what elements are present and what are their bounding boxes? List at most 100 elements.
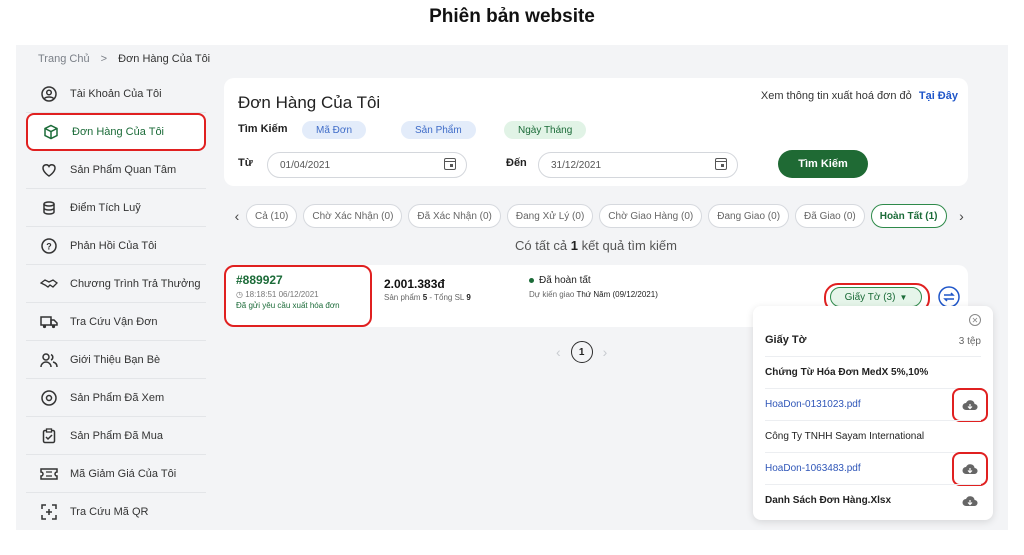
sidebar-item-referral[interactable]: Giới Thiệu Bạn Bè <box>26 341 206 379</box>
invoice-note-text: Xem thông tin xuất hoá đơn đỏ <box>760 90 912 102</box>
sidebar-item-orders[interactable]: Đơn Hàng Của Tôi <box>26 113 206 151</box>
invoice-request-status: Đã gửi yêu cầu xuất hóa đơn <box>236 301 340 310</box>
order-eta: Dự kiến giao Thứ Năm (09/12/2021) <box>529 290 658 299</box>
box-icon <box>42 123 60 141</box>
order-status: Đã hoàn tất <box>529 275 591 286</box>
close-icon[interactable]: ✕ <box>969 314 981 326</box>
sidebar-item-wishlist[interactable]: Sản Phẩm Quan Tâm <box>26 151 206 189</box>
from-label: Từ <box>238 157 253 169</box>
tab-completed[interactable]: Hoàn Tất (1) <box>870 204 947 228</box>
user-circle-icon <box>40 85 58 103</box>
order-id-box[interactable]: #889927 ◷ 18:18:51 06/12/2021 Đã gửi yêu… <box>224 265 372 327</box>
sidebar-item-points[interactable]: Điểm Tích Luỹ <box>26 189 206 227</box>
qr-scan-icon <box>40 503 58 521</box>
tab-processing[interactable]: Đang Xử Lý (0) <box>506 204 594 228</box>
page-heading: Phiên bản website <box>429 6 595 27</box>
sidebar-item-label: Đơn Hàng Của Tôi <box>72 126 165 138</box>
pagination: ‹ 1 › <box>556 341 607 363</box>
docs-dropdown-button[interactable]: Giấy Tờ (3) ▼ <box>830 287 922 307</box>
invoice-link[interactable]: Tại Đây <box>919 90 958 102</box>
breadcrumb-current: Đơn Hàng Của Tôi <box>118 53 211 65</box>
qty-mid: - Tổng SL <box>429 293 465 302</box>
sidebar-item-rewards[interactable]: Chương Trình Trả Thưởng <box>26 265 206 303</box>
handshake-icon <box>40 275 58 293</box>
calendar-icon[interactable] <box>444 158 456 170</box>
sidebar-item-account[interactable]: Tài Khoản Của Tôi <box>26 75 206 113</box>
calendar-icon[interactable] <box>715 158 727 170</box>
invoice-note: Xem thông tin xuất hoá đơn đỏ Tại Đây <box>761 90 958 102</box>
result-count: 1 <box>570 238 578 253</box>
to-label: Đến <box>506 157 527 169</box>
next-page-icon[interactable]: › <box>603 344 608 360</box>
result-summary: Có tất cả 1 kết quả tìm kiếm <box>224 238 968 253</box>
sidebar-item-tracking[interactable]: Tra Cứu Vận Đơn <box>26 303 206 341</box>
sidebar-item-label: Giới Thiệu Bạn Bè <box>70 353 161 366</box>
doc-file-row[interactable]: HoaDon-0131023.pdf <box>765 388 988 422</box>
search-label: Tìm Kiếm <box>238 123 288 135</box>
popup-file-count: 3 tệp <box>958 336 981 347</box>
doc-group-label: Công Ty TNHH Sayam International <box>765 431 925 442</box>
page-number[interactable]: 1 <box>570 341 593 363</box>
doc-file-row[interactable]: Danh Sách Đơn Hàng.Xlsx <box>765 484 981 516</box>
sidebar-item-qr[interactable]: Tra Cứu Mã QR <box>26 493 206 531</box>
eye-icon <box>40 389 58 407</box>
orders-title: Đơn Hàng Của Tôi <box>238 93 381 112</box>
from-date-input[interactable]: 01/04/2021 <box>267 152 467 178</box>
sidebar-item-purchased[interactable]: Sản Phẩm Đã Mua <box>26 417 206 455</box>
order-status-tabs: ‹ Cả (10) Chờ Xác Nhận (0) Đã Xác Nhận (… <box>228 203 971 229</box>
from-date-value: 01/04/2021 <box>280 159 331 171</box>
tab-all[interactable]: Cả (10) <box>246 204 298 228</box>
cloud-download-icon[interactable] <box>952 452 988 486</box>
cloud-download-icon[interactable] <box>959 491 981 511</box>
heart-icon <box>40 161 58 179</box>
order-status-text: Đã hoàn tất <box>539 275 591 286</box>
sidebar-item-label: Phản Hồi Của Tôi <box>70 239 157 252</box>
sidebar-item-label: Chương Trình Trả Thưởng <box>70 277 201 290</box>
qty-total: 9 <box>466 293 471 302</box>
tabs-next-icon[interactable]: › <box>953 208 971 224</box>
order-search-card: Đơn Hàng Của Tôi Xem thông tin xuất hoá … <box>224 78 968 186</box>
order-time-value: 18:18:51 06/12/2021 <box>245 290 319 299</box>
tabs-prev-icon[interactable]: ‹ <box>228 208 246 224</box>
tab-confirmed[interactable]: Đã Xác Nhận (0) <box>408 204 501 228</box>
qty-prefix: Sản phẩm <box>384 293 421 302</box>
order-amount: 2.001.383đ <box>384 277 445 291</box>
doc-file-name[interactable]: Danh Sách Đơn Hàng.Xlsx <box>765 495 891 506</box>
sidebar-item-viewed[interactable]: Sản Phẩm Đã Xem <box>26 379 206 417</box>
result-prefix: Có tất cả <box>515 238 568 253</box>
coins-icon <box>40 199 58 217</box>
doc-file-row[interactable]: HoaDon-1063483.pdf <box>765 452 988 486</box>
question-icon: ? <box>40 237 58 255</box>
docs-button-label: Giấy Tờ (3) <box>844 291 896 303</box>
prev-page-icon[interactable]: ‹ <box>556 344 561 360</box>
tab-shipping[interactable]: Đang Giao (0) <box>708 204 790 228</box>
reorder-icon[interactable] <box>938 286 960 308</box>
sidebar-item-label: Sản Phẩm Đã Mua <box>70 429 163 442</box>
svg-text:?: ? <box>46 241 52 251</box>
filter-chip-date[interactable]: Ngày Tháng <box>504 121 587 139</box>
ticket-icon <box>40 465 58 483</box>
sidebar-item-vouchers[interactable]: Mã Giảm Giá Của Tôi <box>26 455 206 493</box>
status-dot <box>529 277 534 283</box>
cloud-download-icon[interactable] <box>952 388 988 422</box>
sidebar-item-label: Tài Khoản Của Tôi <box>70 87 162 100</box>
sidebar-item-label: Mã Giảm Giá Của Tôi <box>70 467 177 480</box>
filter-chip-product[interactable]: Sản Phẩm <box>401 121 476 139</box>
sidebar-item-feedback[interactable]: ? Phản Hồi Của Tôi <box>26 227 206 265</box>
to-date-input[interactable]: 31/12/2021 <box>538 152 738 178</box>
website-shell: Trang Chủ > Đơn Hàng Của Tôi Tài Khoản C… <box>16 45 1008 530</box>
breadcrumb-separator: > <box>100 53 108 65</box>
doc-group-header: Công Ty TNHH Sayam International <box>765 420 981 452</box>
doc-file-name[interactable]: HoaDon-1063483.pdf <box>765 463 861 474</box>
order-quantity: Sản phẩm 5 - Tổng SL 9 <box>384 293 471 302</box>
search-button[interactable]: Tìm Kiếm <box>778 150 868 178</box>
tab-awaiting-confirmation[interactable]: Chờ Xác Nhận (0) <box>303 204 403 228</box>
tab-delivered[interactable]: Đã Giao (0) <box>795 204 865 228</box>
doc-file-name[interactable]: HoaDon-0131023.pdf <box>765 399 861 410</box>
tab-awaiting-shipment[interactable]: Chờ Giao Hàng (0) <box>599 204 703 228</box>
order-id[interactable]: #889927 <box>236 273 370 287</box>
filter-chip-order-code[interactable]: Mã Đơn <box>302 121 367 139</box>
download-highlight <box>952 388 988 422</box>
download-highlight <box>952 452 988 486</box>
breadcrumb-home[interactable]: Trang Chủ <box>38 53 90 65</box>
